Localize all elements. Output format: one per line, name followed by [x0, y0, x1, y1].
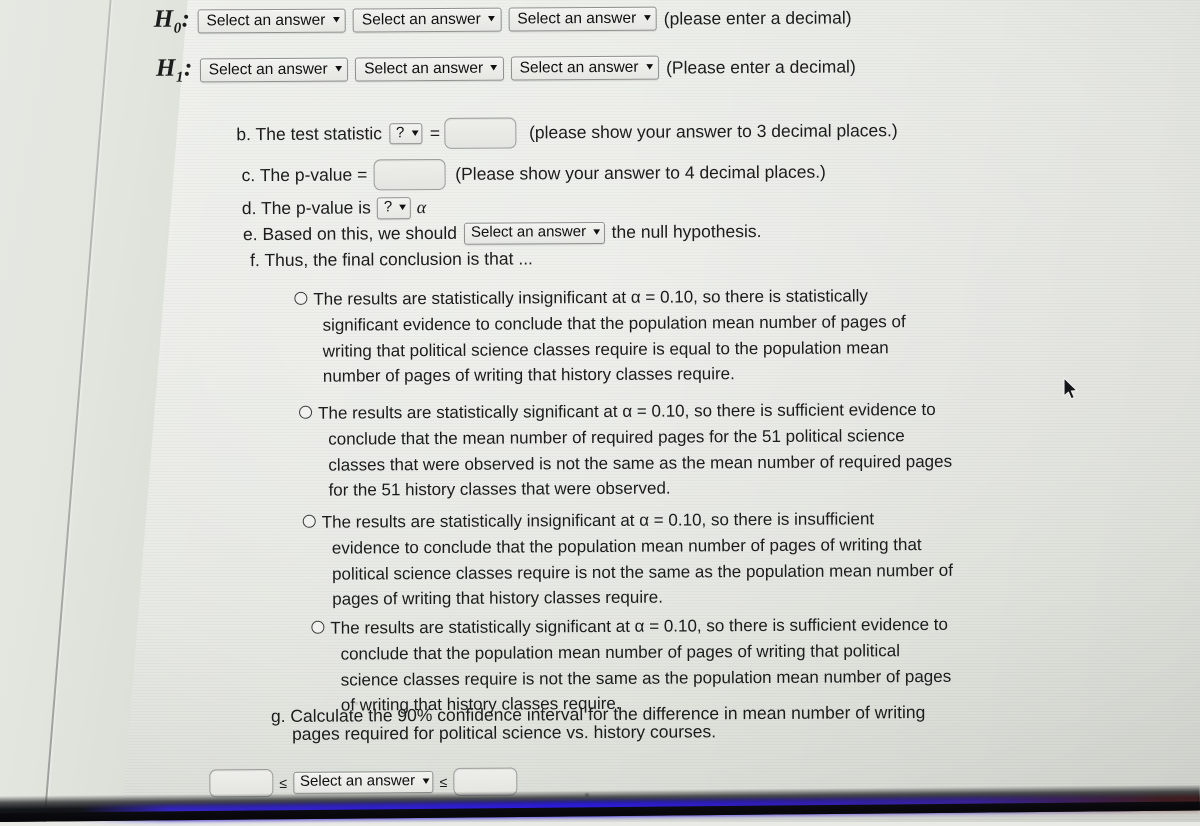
chevron-down-icon: ▾ — [332, 14, 340, 27]
h0-select-1[interactable]: Select an answer ▾ — [197, 8, 346, 34]
h1-note: (Please enter a decimal) — [666, 55, 856, 78]
part-g-line-2: pages required for political science vs.… — [291, 721, 717, 744]
ci-select-value: Select an answer — [299, 772, 416, 791]
ci-op-left: ≤ — [279, 774, 288, 791]
ci-select[interactable]: Select an answer ▾ — [292, 771, 434, 794]
part-e-row: e. Based on this, we should Select an an… — [243, 221, 762, 246]
h1-select-1[interactable]: Select an answer ▾ — [199, 57, 349, 83]
test-statistic-input[interactable] — [443, 117, 517, 149]
radio-button-icon[interactable] — [311, 620, 325, 634]
conclusion-option-2[interactable]: The results are statistically significan… — [299, 397, 1000, 504]
decision-select[interactable]: Select an answer ▾ — [463, 221, 605, 245]
chevron-down-icon: ▾ — [399, 201, 407, 214]
conclusion-option-3-text: The results are statistically insignific… — [321, 509, 953, 610]
null-hypothesis-row: H0: Select an answer ▾ Select an answer ▾ … — [154, 1, 852, 37]
part-d-row: d. The p-value is ? ▾ α — [242, 197, 427, 220]
radio-button-icon[interactable] — [299, 405, 313, 419]
test-statistic-select[interactable]: ? ▾ — [388, 122, 423, 145]
radio-button-icon[interactable] — [302, 514, 316, 528]
conclusion-option-1-text: The results are statistically insignific… — [313, 286, 906, 387]
p-value-comparison-value: ? — [383, 198, 393, 216]
radio-button-icon[interactable] — [294, 291, 308, 305]
part-f-label: f. Thus, the final conclusion is that ..… — [250, 248, 533, 271]
chevron-down-icon: ▾ — [643, 12, 651, 25]
quiz-content: H0: Select an answer ▾ Select an answer ▾ … — [0, 0, 1200, 826]
part-f-row: f. Thus, the final conclusion is that ..… — [250, 248, 533, 271]
part-g-row-2: pages required for political science vs.… — [292, 721, 716, 745]
null-hypothesis-label: H0: — [153, 5, 191, 37]
chevron-down-icon: ▾ — [593, 226, 601, 239]
p-value-input[interactable] — [373, 158, 446, 191]
part-c-row: c. The p-value = (Please show your answe… — [242, 157, 826, 192]
part-c-note: (Please show your answer to 4 decimal pl… — [455, 161, 826, 184]
part-c-label: c. The p-value = — [241, 164, 368, 186]
alpha-symbol: α — [416, 197, 427, 218]
chevron-down-icon: ▾ — [411, 127, 419, 140]
conclusion-option-3[interactable]: The results are statistically insignific… — [302, 506, 994, 613]
part-e-suffix: the null hypothesis. — [611, 221, 762, 243]
ci-op-right: ≤ — [439, 773, 448, 790]
chevron-down-icon: ▾ — [645, 61, 653, 74]
h0-note: (please enter a decimal) — [663, 6, 852, 29]
h0-select-3-value: Select an answer — [517, 9, 637, 28]
mouse-cursor-icon — [1063, 377, 1078, 400]
part-e-label: e. Based on this, we should — [242, 223, 458, 245]
h0-select-1-value: Select an answer — [206, 11, 326, 30]
chevron-down-icon: ▾ — [488, 13, 496, 26]
chevron-down-icon: ▾ — [334, 63, 342, 76]
part-b-label: b. The test statistic — [236, 123, 383, 145]
p-value-comparison-select[interactable]: ? ▾ — [376, 197, 411, 219]
h0-select-3[interactable]: Select an answer ▾ — [508, 6, 657, 32]
alternative-hypothesis-row: H1: Select an answer ▾ Select an answer ▾ … — [156, 50, 856, 86]
test-statistic-select-value: ? — [395, 123, 405, 141]
part-b-note: (please show your answer to 3 decimal pl… — [528, 120, 898, 143]
part-b-row: b. The test statistic ? ▾ = (please show … — [236, 115, 898, 150]
conclusion-option-2-text: The results are statistically significan… — [318, 399, 953, 501]
h0-select-2-value: Select an answer — [361, 10, 481, 29]
h1-select-2-value: Select an answer — [364, 59, 484, 78]
part-b-equals: = — [429, 122, 441, 144]
h1-select-3-value: Select an answer — [519, 58, 639, 77]
chevron-down-icon: ▾ — [422, 775, 430, 788]
h1-select-2[interactable]: Select an answer ▾ — [355, 56, 504, 82]
h1-select-3[interactable]: Select an answer ▾ — [510, 55, 660, 81]
part-d-label: d. The p-value is — [241, 197, 371, 219]
h1-select-1-value: Select an answer — [208, 60, 328, 79]
h0-select-2[interactable]: Select an answer ▾ — [352, 7, 502, 33]
conclusion-option-1[interactable]: The results are statistically insignific… — [294, 283, 955, 390]
decision-select-value: Select an answer — [470, 223, 587, 241]
chevron-down-icon: ▾ — [490, 62, 498, 75]
alternative-hypothesis-label: H1: — [155, 54, 193, 86]
